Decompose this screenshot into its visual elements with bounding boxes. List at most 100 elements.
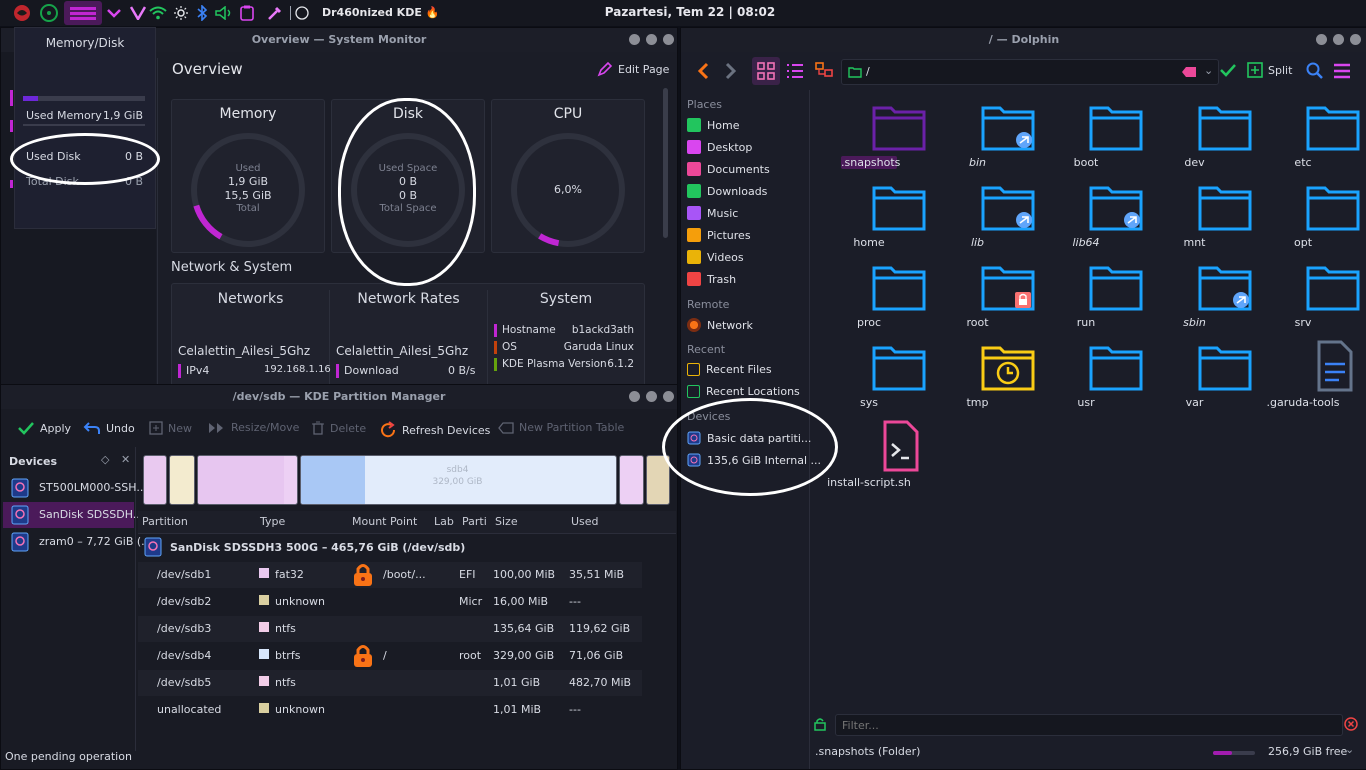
table-row[interactable]: /dev/sdb1 fat32/boot/... EFI 100,00 MiB 35,5…	[138, 562, 642, 588]
clear-location-icon[interactable]	[1182, 67, 1196, 77]
maximize-button[interactable]	[646, 34, 657, 45]
vpn-icon[interactable]	[128, 3, 148, 23]
lock-icon[interactable]	[813, 717, 827, 734]
place-desktop[interactable]: Desktop	[687, 140, 752, 154]
bluetooth-icon[interactable]	[194, 3, 210, 23]
place-recent-locations[interactable]: Recent Locations	[687, 385, 800, 398]
device-item[interactable]: Basic data partiti...	[687, 431, 811, 445]
file-item[interactable]: run	[1036, 260, 1143, 338]
col-used[interactable]: Used	[571, 515, 599, 528]
minimize-button[interactable]	[629, 391, 640, 402]
maximize-button[interactable]	[1333, 34, 1344, 45]
clipboard-icon[interactable]	[238, 3, 256, 23]
delete-button[interactable]: Delete	[311, 421, 366, 435]
place-trash[interactable]: Trash	[687, 272, 736, 286]
minimize-button[interactable]	[1316, 34, 1327, 45]
col-size[interactable]: Size	[495, 515, 518, 528]
disk-row[interactable]: SanDisk SDSSDH3 500G – 465,76 GiB (/dev/…	[144, 537, 465, 557]
table-row[interactable]: /dev/sdb3 ntfs 135,64 GiB 119,62 GiB	[138, 616, 642, 642]
place-home[interactable]: Home	[687, 118, 739, 132]
device-item[interactable]: ST500LM000-SSH...	[3, 475, 147, 501]
scrollbar[interactable]	[663, 88, 668, 238]
cpu-card[interactable]: CPU 6,0%	[491, 99, 645, 253]
forward-button[interactable]	[721, 62, 739, 83]
file-item[interactable]: opt	[1253, 180, 1360, 258]
accept-location-button[interactable]	[1219, 63, 1237, 80]
close-filter-button[interactable]	[1344, 717, 1358, 734]
partition-segment-sdb2[interactable]	[169, 455, 195, 505]
icons-view-button[interactable]	[752, 57, 780, 85]
details-view-button[interactable]	[786, 62, 804, 83]
partition-segment-sdb5[interactable]	[619, 455, 644, 505]
place-downloads[interactable]: Downloads	[687, 184, 767, 198]
col-type[interactable]: Type	[260, 515, 285, 528]
table-row[interactable]: /dev/sdb5 ntfs 1,01 GiB 482,70 MiB	[138, 670, 642, 696]
place-pictures[interactable]: Pictures	[687, 228, 751, 242]
file-item[interactable]: boot	[1036, 100, 1143, 178]
close-button[interactable]	[663, 34, 674, 45]
file-item[interactable]: var	[1145, 340, 1251, 418]
apply-button[interactable]: Apply	[17, 421, 71, 435]
pager-icon[interactable]	[64, 1, 102, 25]
col-partition[interactable]: Partition	[142, 515, 188, 528]
place-recent-files[interactable]: Recent Files	[687, 363, 772, 376]
refresh-devices-button[interactable]: Refresh Devices	[379, 421, 490, 439]
location-bar[interactable]: / ⌄	[841, 59, 1219, 85]
dolphin-titlebar[interactable]: / — Dolphin	[681, 28, 1366, 52]
wifi-icon[interactable]	[148, 3, 168, 23]
file-item[interactable]: srv	[1253, 260, 1360, 338]
undo-button[interactable]: Undo	[83, 421, 135, 435]
minimize-button[interactable]	[629, 34, 640, 45]
file-item[interactable]: proc	[819, 260, 926, 338]
table-row[interactable]: /dev/sdb2 unknown Micr 16,00 MiB ---	[138, 589, 642, 615]
clock[interactable]: Pazartesi, Tem 22 | 08:02	[560, 5, 820, 19]
place-network[interactable]: Network	[687, 318, 753, 332]
file-item[interactable]: lib64	[1036, 180, 1143, 258]
col-mount[interactable]: Mount Point	[352, 515, 417, 528]
circle-icon[interactable]	[294, 3, 310, 23]
file-item[interactable]: tmp	[928, 340, 1034, 418]
split-button[interactable]: Split	[1247, 62, 1292, 78]
partition-segment-sdb3[interactable]	[197, 455, 298, 505]
file-item[interactable]: sys	[819, 340, 926, 418]
close-icon[interactable]: ✕	[121, 453, 130, 466]
file-item[interactable]: usr	[1036, 340, 1143, 418]
partition-segment-sdb1[interactable]	[143, 455, 167, 505]
close-button[interactable]	[663, 391, 674, 402]
col-flags[interactable]: Parti	[462, 515, 487, 528]
chevron-down-icon[interactable]: ⌄	[1204, 64, 1213, 77]
brightness-icon[interactable]	[172, 3, 190, 23]
memory-card[interactable]: Memory Used 1,9 GiB 15,5 GiB Total	[171, 99, 325, 253]
file-item[interactable]: bin	[928, 100, 1034, 178]
device-item[interactable]: SanDisk SDSSDH...	[3, 502, 143, 528]
file-item[interactable]: .snapshots	[819, 100, 926, 178]
maximize-button[interactable]	[646, 391, 657, 402]
file-item[interactable]: etc	[1253, 100, 1360, 178]
device-item[interactable]: 135,6 GiB Internal ...	[687, 453, 821, 467]
place-videos[interactable]: Videos	[687, 250, 744, 264]
volume-icon[interactable]	[214, 3, 234, 23]
file-item[interactable]: sbin	[1145, 260, 1251, 338]
search-button[interactable]	[1306, 62, 1324, 83]
resize-move-button[interactable]: Resize/Move	[208, 421, 299, 434]
file-item[interactable]: .garuda-tools	[1253, 340, 1353, 418]
place-music[interactable]: Music	[687, 206, 738, 220]
chevron-down-icon[interactable]	[104, 3, 124, 23]
table-row[interactable]: unallocated unknown 1,01 MiB ---	[138, 697, 642, 723]
overview-icon[interactable]	[38, 3, 60, 23]
file-item[interactable]: dev	[1145, 100, 1251, 178]
device-item[interactable]: zram0 – 7,72 GiB (...	[3, 529, 152, 555]
table-row[interactable]: /dev/sdb4 btrfs / root 329,00 GiB 71,06 GiB	[138, 643, 642, 669]
place-documents[interactable]: Documents	[687, 162, 770, 176]
disk-card[interactable]: Disk Used Space 0 B 0 B Total Space	[331, 99, 485, 253]
new-button[interactable]: New	[149, 421, 192, 435]
back-button[interactable]	[695, 62, 713, 83]
menu-button[interactable]	[1333, 62, 1351, 83]
chevron-down-icon[interactable]: ⌄	[1345, 743, 1354, 756]
file-item[interactable]: lib	[928, 180, 1034, 258]
col-label[interactable]: Lab	[434, 515, 454, 528]
file-item[interactable]: root	[928, 260, 1034, 338]
new-partition-table-button[interactable]: New Partition Table	[498, 421, 624, 434]
filter-input[interactable]	[835, 714, 1343, 736]
file-item[interactable]: home	[819, 180, 926, 258]
